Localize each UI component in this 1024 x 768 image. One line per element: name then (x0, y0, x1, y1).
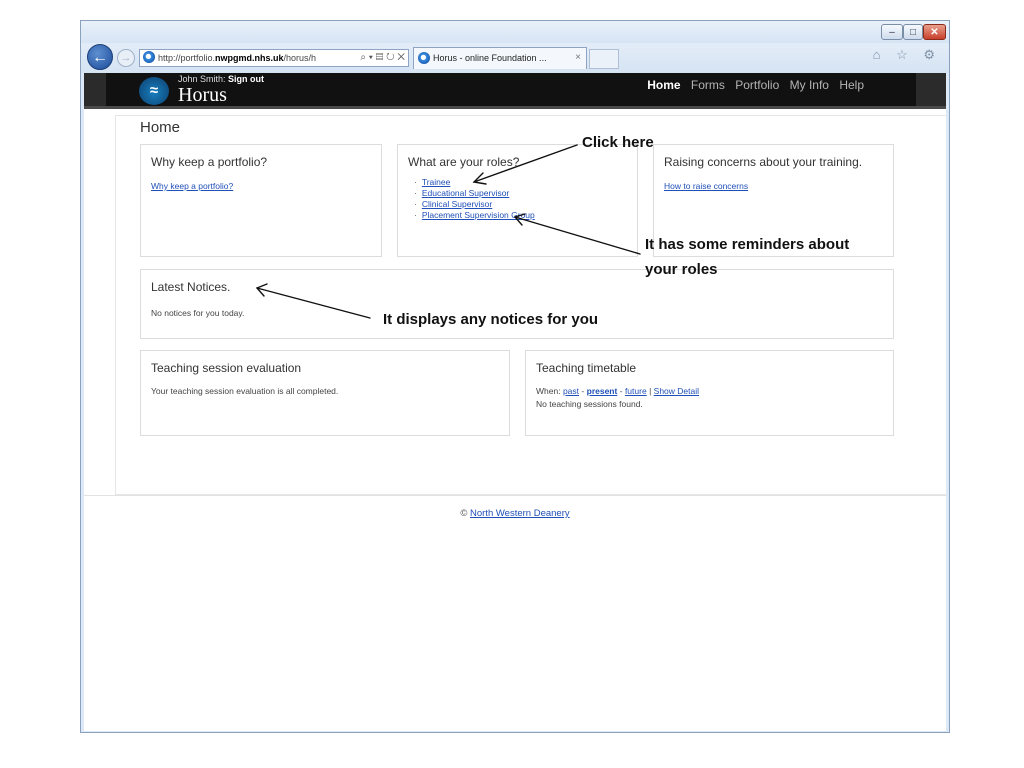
user-info: John Smith: Sign out (178, 74, 264, 84)
nav-help[interactable]: Help (839, 78, 864, 92)
list-item: Trainee (414, 177, 535, 188)
nav-my-info[interactable]: My Info (790, 78, 829, 92)
separator: - (581, 386, 585, 396)
card-title: Teaching timetable (536, 361, 637, 375)
footer: © North Western Deanery (84, 495, 946, 519)
address-bar[interactable]: http://portfolio.nwpgmd.nhs.uk/horus/h ⌕… (139, 49, 409, 67)
nav-home[interactable]: Home (647, 78, 680, 92)
home-favorites-tools-icons[interactable]: ⌂ ☆ ⚙ (873, 47, 941, 63)
close-window-button[interactable]: ✕ (923, 24, 946, 40)
north-western-deanery-link[interactable]: North Western Deanery (470, 508, 570, 519)
card-teaching-evaluation: Teaching session evaluation Your teachin… (140, 350, 510, 436)
evaluation-text: Your teaching session evaluation is all … (151, 386, 339, 396)
when-label: When: (536, 386, 561, 396)
maximize-button[interactable]: □ (903, 24, 923, 40)
role-trainee-link[interactable]: Trainee (422, 177, 451, 187)
timetable-when: When: past - present - future | Show Det… (536, 386, 699, 396)
timetable-empty-text: No teaching sessions found. (536, 399, 643, 409)
brand-title: Horus (178, 84, 227, 106)
why-portfolio-link[interactable]: Why keep a portfolio? (151, 181, 233, 191)
sign-out-link[interactable]: Sign out (228, 74, 264, 84)
future-link[interactable]: future (625, 386, 647, 396)
present-link[interactable]: present (587, 386, 618, 396)
annotation-reminders-line2: your roles (645, 261, 718, 278)
title-bar: ‒ □ ✕ (81, 21, 949, 43)
url-host: nwpgmd.nhs.uk (215, 53, 284, 63)
annotation-notices: It displays any notices for you (383, 311, 599, 328)
card-title: Latest Notices. (151, 280, 231, 294)
minimize-button[interactable]: ‒ (881, 24, 903, 40)
list-item: Educational Supervisor (414, 188, 535, 199)
browser-window: ‒ □ ✕ ← → http://portfolio.nwpgmd.nhs.uk… (80, 20, 950, 733)
card-roles: What are your roles? Trainee Educational… (397, 144, 638, 257)
address-tools-icons[interactable]: ⌕ ▾ ▤ ↻ ✕ (360, 50, 405, 66)
site-header-inner: ≈ John Smith: Sign out Horus Home Forms … (106, 73, 916, 106)
nav-portfolio[interactable]: Portfolio (735, 78, 779, 92)
roles-list: Trainee Educational Supervisor Clinical … (404, 177, 535, 221)
separator: | (649, 386, 652, 396)
card-why-portfolio: Why keep a portfolio? Why keep a portfol… (140, 144, 382, 257)
footer-text: © North Western Deanery (84, 508, 946, 519)
page-title: Home (140, 119, 181, 136)
ie-icon (143, 51, 155, 63)
ie-tab-icon (418, 52, 430, 64)
copyright-symbol: © (460, 508, 468, 519)
card-teaching-timetable: Teaching timetable When: past - present … (525, 350, 894, 436)
browser-toolbar: ← → http://portfolio.nwpgmd.nhs.uk/horus… (81, 43, 949, 73)
list-item: Placement Supervision Group (414, 210, 535, 221)
role-placement-supervision-group-link[interactable]: Placement Supervision Group (422, 210, 535, 220)
nav-forms[interactable]: Forms (691, 78, 725, 92)
url-prefix: http://portfolio. (158, 53, 216, 63)
main-nav: Home Forms Portfolio My Info Help (640, 78, 864, 92)
card-title: Teaching session evaluation (151, 361, 302, 375)
raise-concerns-link[interactable]: How to raise concerns (664, 181, 748, 191)
forward-button[interactable]: → (117, 49, 135, 67)
list-item: Clinical Supervisor (414, 199, 535, 210)
notices-text: No notices for you today. (151, 308, 245, 318)
card-title: What are your roles? (408, 155, 520, 169)
user-name: John Smith: (178, 74, 226, 84)
past-link[interactable]: past (563, 386, 579, 396)
page-viewport: ≈ John Smith: Sign out Horus Home Forms … (84, 73, 946, 731)
tab-title: Horus - online Foundation ... (433, 53, 547, 63)
role-educational-supervisor-link[interactable]: Educational Supervisor (422, 188, 509, 198)
annotation-reminders-line1: It has some reminders about (645, 236, 850, 253)
show-detail-link[interactable]: Show Detail (654, 386, 699, 396)
separator: - (619, 386, 623, 396)
browser-tab[interactable]: Horus - online Foundation ... × (413, 47, 587, 69)
card-title: Why keep a portfolio? (151, 155, 268, 169)
role-clinical-supervisor-link[interactable]: Clinical Supervisor (422, 199, 492, 209)
site-header: ≈ John Smith: Sign out Horus Home Forms … (84, 73, 946, 109)
card-latest-notices: Latest Notices. No notices for you today… (140, 269, 894, 339)
url-suffix: /horus/h (283, 53, 317, 63)
card-title: Raising concerns about your training. (664, 155, 863, 169)
new-tab-button[interactable] (589, 49, 619, 69)
tab-close-icon[interactable]: × (575, 48, 581, 68)
annotation-click-here: Click here (582, 134, 654, 151)
back-button[interactable]: ← (87, 44, 113, 70)
horus-logo-icon[interactable]: ≈ (139, 77, 169, 105)
